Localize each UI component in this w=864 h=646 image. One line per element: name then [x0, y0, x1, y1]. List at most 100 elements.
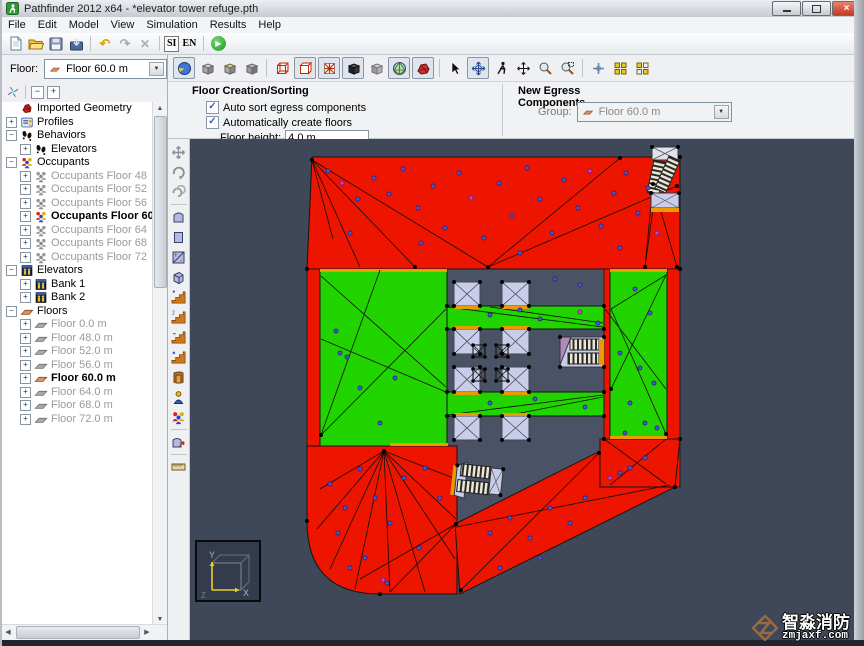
tree-item-floor-68[interactable]: + Floor 68.0 m [2, 399, 154, 413]
auto-create-floors-checkbox[interactable]: ✓ [206, 116, 219, 129]
extrude-tool-icon[interactable] [170, 268, 188, 286]
perspective-view-icon[interactable] [173, 57, 195, 79]
tree-expand-toggle[interactable]: + [6, 116, 17, 128]
view-cube-1-icon[interactable] [197, 58, 217, 78]
collapse-all-button[interactable]: − [31, 85, 44, 99]
tree-item-imported-geometry[interactable]: Imported Geometry [2, 102, 154, 116]
move-tool-icon[interactable] [513, 58, 533, 78]
new-file-icon[interactable] [7, 35, 25, 52]
polygon-room-tool-icon[interactable] [170, 208, 188, 226]
refuge-area-bottom-left[interactable] [306, 445, 458, 595]
tree-expand-toggle[interactable]: + [20, 373, 31, 385]
tree-item-floor-52[interactable]: + Floor 52.0 m [2, 345, 154, 359]
menu-file[interactable]: File [2, 19, 32, 31]
menu-results[interactable]: Results [204, 19, 253, 31]
tree-horizontal-scrollbar[interactable]: ◀ ▶ [2, 624, 167, 640]
move-view-tool-icon[interactable] [170, 143, 188, 161]
tree-item-floor-60[interactable]: + Floor 60.0 m [2, 372, 154, 386]
undo-icon[interactable]: ↶ [96, 35, 114, 52]
rotate-tool-icon[interactable] [170, 163, 188, 181]
zoom-region-tool-icon[interactable] [557, 58, 577, 78]
tree-item-occupants-floor-52[interactable]: + Occupants Floor 52 [2, 183, 154, 197]
model-viewport[interactable]: Y X Z 智淼消防 zmjaxf.com [190, 139, 856, 642]
language-en-button[interactable]: EN [179, 38, 199, 49]
solid-gray-mode-icon[interactable] [366, 58, 386, 78]
tree-expand-toggle[interactable]: + [20, 292, 31, 304]
minimize-button[interactable] [772, 1, 801, 16]
zoom-tool-icon[interactable] [535, 58, 555, 78]
tree-item-occupants[interactable]: − Occupants [2, 156, 154, 170]
tree-expand-toggle[interactable]: + [20, 143, 31, 155]
show-navmesh-icon[interactable] [388, 57, 410, 79]
units-si-button[interactable]: SI [164, 35, 180, 52]
tree-expand-toggle[interactable]: + [20, 170, 31, 182]
thin-room-tool-icon[interactable]: + - [170, 248, 188, 266]
rectangle-room-tool-icon[interactable] [170, 228, 188, 246]
maximize-button[interactable] [802, 1, 831, 16]
view-cube-3-icon[interactable] [241, 58, 261, 78]
wireframe-mode-icon[interactable] [272, 58, 292, 78]
tree-expand-toggle[interactable]: + [20, 251, 31, 263]
open-file-icon[interactable] [27, 35, 45, 52]
floor-combo[interactable]: Floor 60.0 m ▼ [44, 58, 167, 79]
ruler-tool-icon[interactable] [170, 458, 188, 476]
tree-expand-toggle[interactable]: + [20, 359, 31, 371]
import-icon[interactable] [67, 35, 85, 52]
tree-expand-toggle[interactable]: + [20, 346, 31, 358]
orbit-tool-icon[interactable] [170, 183, 188, 201]
view-cube-2-icon[interactable] [219, 58, 239, 78]
measure-region-tool-icon[interactable] [170, 433, 188, 451]
tree-item-floor-64[interactable]: + Floor 64.0 m [2, 386, 154, 400]
tree-item-bank-1[interactable]: + Bank 1 [2, 278, 154, 292]
stairs-tool-icon[interactable] [170, 288, 188, 306]
grid-tool-icon[interactable] [610, 58, 630, 78]
tree-item-floor-48[interactable]: + Floor 48.0 m [2, 332, 154, 346]
corridor-band-upper[interactable] [446, 305, 605, 330]
tree-item-floor-56[interactable]: + Floor 56.0 m [2, 359, 154, 373]
tree-item-occupants-floor-60[interactable]: + Occupants Floor 60 [2, 210, 154, 224]
expand-all-button[interactable]: + [47, 85, 60, 99]
tree-expand-toggle[interactable]: + [20, 413, 31, 425]
escalator-tool-icon[interactable] [170, 348, 188, 366]
tree-item-floor-0[interactable]: + Floor 0.0 m [2, 318, 154, 332]
tree-item-occupants-floor-64[interactable]: + Occupants Floor 64 [2, 224, 154, 238]
menu-help[interactable]: Help [252, 19, 287, 31]
show-geometry-icon[interactable] [412, 57, 434, 79]
redo-icon[interactable]: ↷ [116, 35, 134, 52]
tree-item-behavior-elevators[interactable]: + Elevators [2, 143, 154, 157]
add-occupant-group-tool-icon[interactable] [170, 408, 188, 426]
tree-expand-toggle[interactable]: + [20, 278, 31, 290]
outline-mode-icon[interactable] [294, 57, 316, 79]
tree-item-floors[interactable]: − Floors [2, 305, 154, 319]
menu-edit[interactable]: Edit [32, 19, 63, 31]
save-file-icon[interactable] [47, 35, 65, 52]
tree-expand-toggle[interactable]: + [20, 400, 31, 412]
tree-expand-toggle[interactable]: + [20, 332, 31, 344]
menu-model[interactable]: Model [63, 19, 105, 31]
add-occupant-tool-icon[interactable] [170, 388, 188, 406]
select-tool-icon[interactable] [445, 58, 465, 78]
tree-expand-toggle[interactable]: + [20, 319, 31, 331]
egress-group-combo[interactable]: Floor 60.0 m ▼ [576, 102, 732, 122]
run-simulation-icon[interactable]: ▶ [209, 35, 227, 52]
tree-item-occupants-floor-48[interactable]: + Occupants Floor 48 [2, 170, 154, 184]
snap-tool-icon[interactable] [588, 58, 608, 78]
tree-expand-toggle[interactable]: − [6, 157, 17, 169]
tree-expand-toggle[interactable]: − [6, 305, 17, 317]
refresh-groups-icon[interactable] [6, 85, 20, 99]
tree-expand-toggle[interactable]: + [20, 211, 31, 223]
tree-item-occupants-floor-72[interactable]: + Occupants Floor 72 [2, 251, 154, 265]
tree-item-behaviors[interactable]: − Behaviors [2, 129, 154, 143]
tree-vertical-scrollbar[interactable]: ▲ ▼ [152, 102, 167, 625]
tree-expand-toggle[interactable]: + [20, 224, 31, 236]
tree-item-floor-72[interactable]: + Floor 72.0 m [2, 413, 154, 427]
chevron-down-icon[interactable]: ▼ [149, 61, 164, 76]
stairs-landing-tool-icon[interactable]: 2 [170, 308, 188, 326]
pan-tool-icon[interactable] [467, 57, 489, 79]
menu-simulation[interactable]: Simulation [140, 19, 203, 31]
solid-dark-mode-icon[interactable] [342, 57, 364, 79]
title-bar[interactable]: Pathfinder 2012 x64 - *elevator tower re… [2, 0, 864, 18]
walk-tool-icon[interactable] [491, 58, 511, 78]
tree-item-bank-2[interactable]: + Bank 2 [2, 291, 154, 305]
grid-edit-tool-icon[interactable] [632, 58, 652, 78]
